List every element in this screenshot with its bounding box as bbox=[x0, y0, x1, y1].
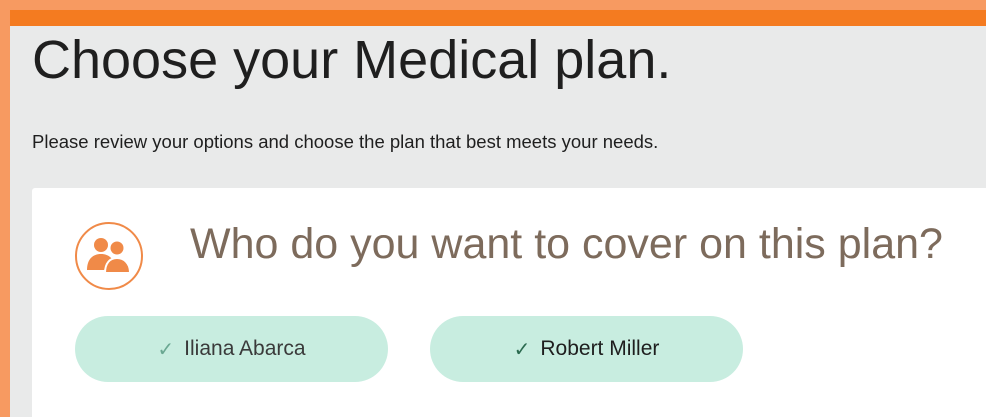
page-content: Choose your Medical plan. Please review … bbox=[10, 26, 986, 417]
page-subtitle: Please review your options and choose th… bbox=[32, 131, 659, 152]
check-icon: ✓ bbox=[513, 337, 531, 361]
member-toggle-iliana-abarca[interactable]: ✓ Iliana Abarca bbox=[75, 316, 388, 382]
coverage-card: Who do you want to cover on this plan? ✓… bbox=[32, 188, 986, 417]
member-name: Iliana Abarca bbox=[184, 337, 306, 360]
accent-stripe bbox=[10, 10, 986, 26]
top-frame bbox=[0, 0, 986, 10]
member-name: Robert Miller bbox=[540, 337, 660, 360]
page-title: Choose your Medical plan. bbox=[32, 30, 672, 90]
check-icon: ✓ bbox=[157, 337, 175, 361]
coverage-heading: Who do you want to cover on this plan? bbox=[190, 220, 943, 268]
people-icon bbox=[75, 222, 143, 290]
member-toggle-robert-miller[interactable]: ✓ Robert Miller bbox=[430, 316, 743, 382]
